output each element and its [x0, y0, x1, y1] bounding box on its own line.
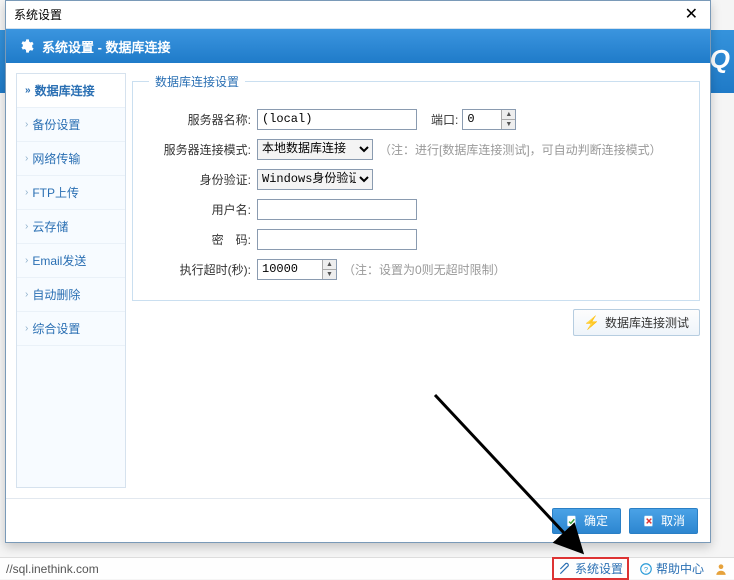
- spin-down-icon[interactable]: ▼: [322, 270, 336, 279]
- password-input[interactable]: [257, 229, 417, 250]
- timeout-spinner: ▲▼: [257, 259, 337, 280]
- port-spinner: ▲▼: [462, 109, 516, 130]
- status-url: //sql.inethink.com: [6, 562, 99, 576]
- user-label: 用户名:: [149, 201, 257, 218]
- cancel-doc-icon: [642, 514, 656, 528]
- db-connection-group: 数据库连接设置 服务器名称: 端口: ▲▼ 服务器连接模式: 本地数据库连接: [132, 73, 700, 301]
- pass-label: 密 码:: [149, 231, 257, 248]
- sidebar-item-label: 自动删除: [32, 286, 80, 303]
- sidebar-item-label: Email发送: [32, 252, 86, 269]
- chevron-icon: [25, 255, 28, 266]
- username-input[interactable]: [257, 199, 417, 220]
- row-server: 服务器名称: 端口: ▲▼: [149, 104, 683, 134]
- dialog-subheader: 系统设置 - 数据库连接: [6, 29, 710, 63]
- statusbar-system-settings[interactable]: 系统设置: [552, 557, 629, 580]
- cancel-button[interactable]: 取消: [629, 508, 698, 534]
- group-legend: 数据库连接设置: [149, 73, 245, 90]
- row-timeout: 执行超时(秒): ▲▼ （注：设置为0则无超时限制）: [149, 254, 683, 284]
- sidebar-item-label: 云存储: [32, 218, 68, 235]
- row-mode: 服务器连接模式: 本地数据库连接 （注：进行[数据库连接测试]，可自动判断连接模…: [149, 134, 683, 164]
- tools-icon: [558, 562, 572, 576]
- statusbar-sys-label: 系统设置: [575, 560, 623, 577]
- chevron-icon: [25, 289, 28, 300]
- dialog-body: 数据库连接 备份设置 网络传输 FTP上传 云存储 Email发送 自动删除 综…: [6, 63, 710, 498]
- auth-select[interactable]: Windows身份验证: [257, 169, 373, 190]
- chevron-icon: [25, 119, 28, 130]
- test-button-row: ⚡ 数据库连接测试: [132, 309, 700, 336]
- sidebar-item-ftp[interactable]: FTP上传: [17, 176, 125, 210]
- timeout-note: （注：设置为0则无超时限制）: [343, 261, 506, 278]
- mode-note: （注：进行[数据库连接测试]，可自动判断连接模式）: [379, 141, 662, 158]
- ok-label: 确定: [584, 512, 608, 529]
- spin-up-icon[interactable]: ▲: [501, 110, 515, 120]
- dialog-titlebar: 系统设置 ✕: [6, 1, 710, 29]
- sidebar-item-label: 数据库连接: [35, 82, 95, 99]
- chevron-icon: [25, 153, 28, 164]
- chevron-icon: [25, 323, 28, 334]
- test-button-label: 数据库连接测试: [605, 314, 689, 331]
- sidebar-item-backup[interactable]: 备份设置: [17, 108, 125, 142]
- server-input[interactable]: [257, 109, 417, 130]
- server-label: 服务器名称:: [149, 111, 257, 128]
- status-right: 系统设置 ? 帮助中心: [552, 557, 728, 580]
- status-bar: //sql.inethink.com 系统设置 ? 帮助中心: [0, 557, 734, 579]
- ok-button[interactable]: 确定: [552, 508, 621, 534]
- sidebar-item-label: 备份设置: [32, 116, 80, 133]
- sidebar-item-cloud[interactable]: 云存储: [17, 210, 125, 244]
- help-icon: ?: [639, 562, 653, 576]
- spin-up-icon[interactable]: ▲: [322, 260, 336, 270]
- auth-label: 身份验证:: [149, 171, 257, 188]
- close-icon[interactable]: ✕: [681, 7, 702, 23]
- test-connection-button[interactable]: ⚡ 数据库连接测试: [573, 309, 700, 336]
- sidebar-item-general[interactable]: 综合设置: [17, 312, 125, 346]
- system-settings-dialog: 系统设置 ✕ 系统设置 - 数据库连接 数据库连接 备份设置 网络传输 FTP上…: [5, 0, 711, 543]
- port-label: 端口:: [423, 111, 462, 128]
- svg-text:?: ?: [644, 564, 648, 573]
- timeout-label: 执行超时(秒):: [149, 261, 257, 278]
- chevron-icon: [25, 221, 28, 232]
- dialog-footer: 确定 取消: [6, 498, 710, 542]
- sidebar-item-autodelete[interactable]: 自动删除: [17, 278, 125, 312]
- check-doc-icon: [565, 514, 579, 528]
- sidebar-item-email[interactable]: Email发送: [17, 244, 125, 278]
- sidebar-item-network[interactable]: 网络传输: [17, 142, 125, 176]
- mode-select[interactable]: 本地数据库连接: [257, 139, 373, 160]
- bolt-icon: ⚡: [584, 315, 600, 331]
- user-icon[interactable]: [714, 562, 728, 576]
- settings-content: 数据库连接设置 服务器名称: 端口: ▲▼ 服务器连接模式: 本地数据库连接: [132, 73, 700, 488]
- spin-down-icon[interactable]: ▼: [501, 120, 515, 129]
- statusbar-help[interactable]: ? 帮助中心: [639, 560, 704, 577]
- sidebar-item-label: 网络传输: [32, 150, 80, 167]
- sidebar-item-db-connection[interactable]: 数据库连接: [17, 74, 125, 108]
- cancel-label: 取消: [661, 512, 685, 529]
- chevron-icon: [25, 85, 31, 96]
- settings-sidebar: 数据库连接 备份设置 网络传输 FTP上传 云存储 Email发送 自动删除 综…: [16, 73, 126, 488]
- dialog-subheader-text: 系统设置 - 数据库连接: [42, 37, 171, 56]
- chevron-icon: [25, 187, 28, 198]
- statusbar-help-label: 帮助中心: [656, 560, 704, 577]
- sidebar-item-label: 综合设置: [32, 320, 80, 337]
- row-user: 用户名:: [149, 194, 683, 224]
- row-pass: 密 码:: [149, 224, 683, 254]
- gear-icon: [18, 38, 34, 54]
- row-auth: 身份验证: Windows身份验证: [149, 164, 683, 194]
- mode-label: 服务器连接模式:: [149, 141, 257, 158]
- sidebar-item-label: FTP上传: [32, 184, 79, 201]
- dialog-title: 系统设置: [14, 6, 62, 23]
